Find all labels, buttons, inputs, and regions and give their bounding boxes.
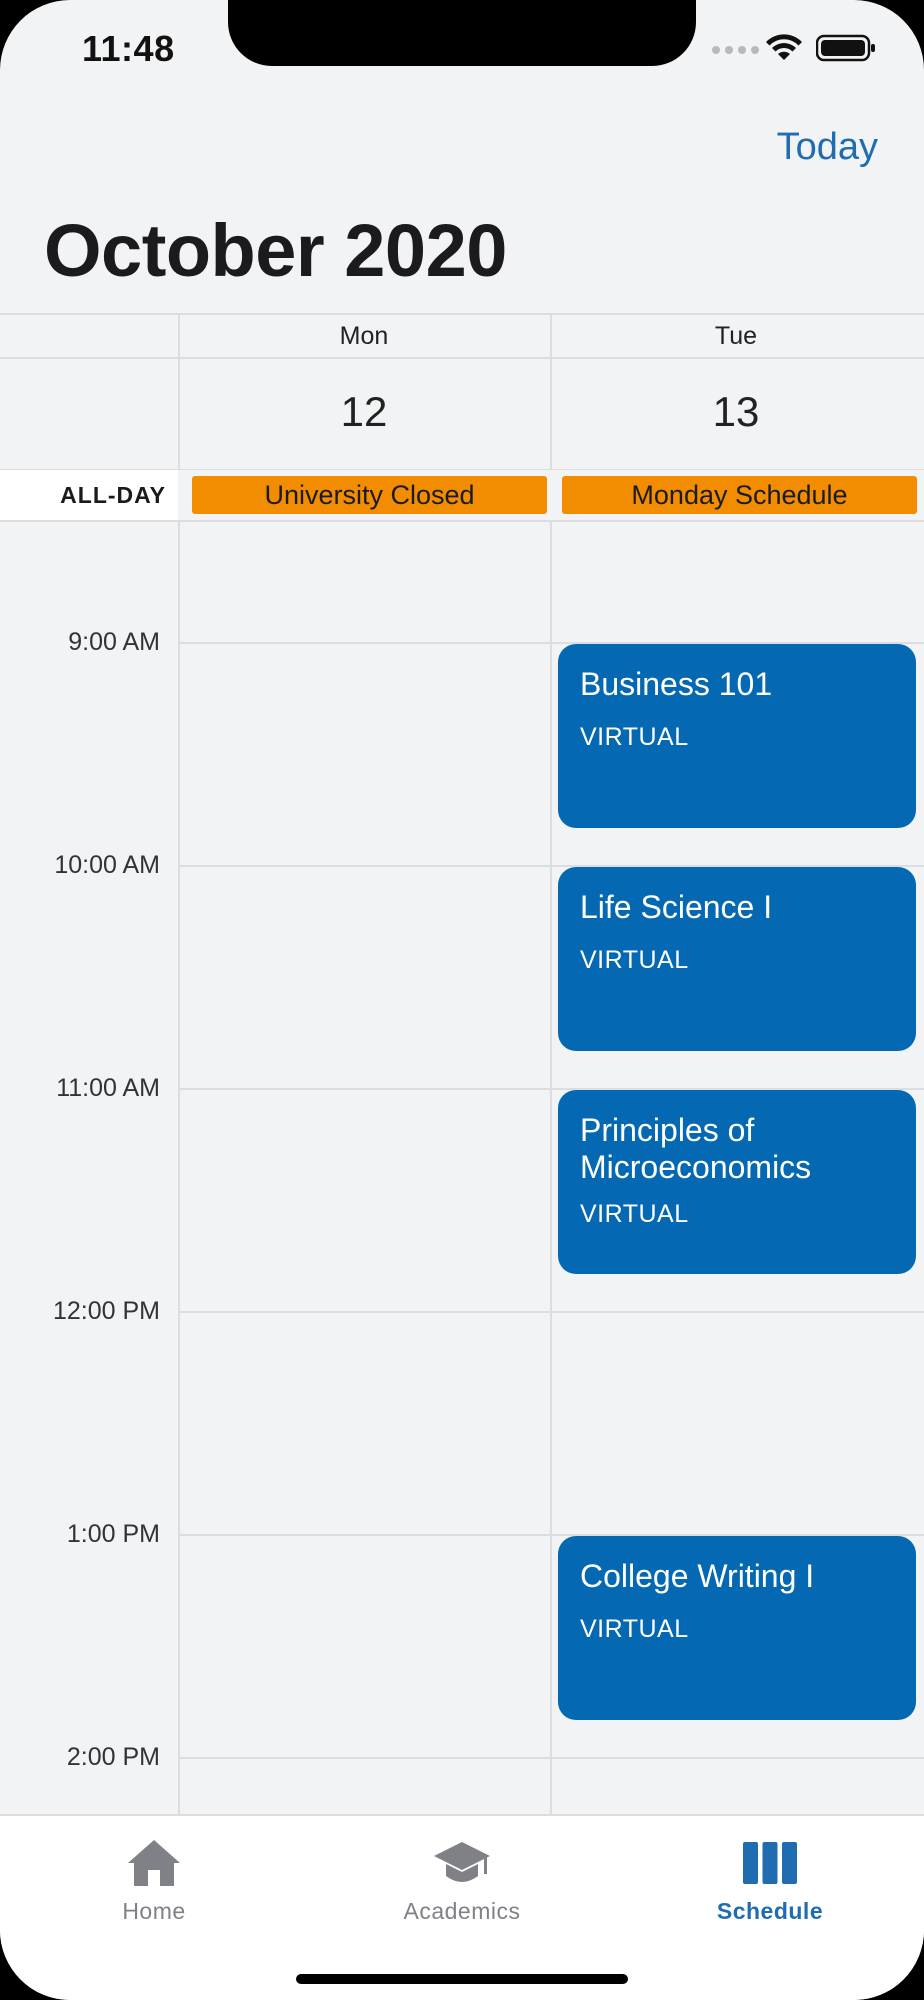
graduation-cap-icon xyxy=(434,1842,490,1882)
time-label-12pm: 12:00 PM xyxy=(52,1297,160,1325)
day-number-12[interactable]: 12 xyxy=(179,388,549,436)
status-time: 11:48 xyxy=(82,28,175,69)
today-button[interactable]: Today xyxy=(777,126,878,169)
event-location: VIRTUAL xyxy=(580,723,689,751)
battery-icon xyxy=(816,34,875,62)
all-day-label: ALL-DAY xyxy=(0,470,178,520)
hour-line xyxy=(180,1757,924,1759)
device-notch xyxy=(228,0,696,66)
time-label-1pm: 1:00 PM xyxy=(66,1520,160,1548)
tab-academics[interactable]: Academics xyxy=(308,1816,616,1936)
day-name-tue: Tue xyxy=(714,322,758,350)
month-title: October 2020 xyxy=(44,209,507,292)
day-name-mon: Mon xyxy=(339,322,389,350)
event-college-writing-i[interactable]: College Writing I VIRTUAL xyxy=(558,1536,916,1720)
event-title: College Writing I xyxy=(580,1558,815,1594)
tab-label: Home xyxy=(122,1898,186,1924)
wifi-icon xyxy=(766,34,802,60)
day-number-13[interactable]: 13 xyxy=(551,388,921,436)
event-business-101[interactable]: Business 101 VIRTUAL xyxy=(558,644,916,828)
grid-line xyxy=(0,520,924,522)
time-label-9am: 9:00 AM xyxy=(68,628,160,656)
schedule-screen: 11:48 Today October 2020 Mon Tue 12 13 A… xyxy=(0,0,924,2000)
event-location: VIRTUAL xyxy=(580,946,689,974)
time-label-10am: 10:00 AM xyxy=(54,851,160,879)
tab-label: Schedule xyxy=(716,1898,824,1924)
tab-schedule[interactable]: Schedule xyxy=(616,1816,924,1936)
grid-line xyxy=(0,313,924,315)
home-indicator[interactable] xyxy=(296,1974,628,1984)
event-title: Life Science I xyxy=(580,889,773,925)
tab-bar: Home Academics Schedule xyxy=(0,1814,924,2000)
hour-line xyxy=(180,1311,924,1313)
event-title: Principles of Microeconomics xyxy=(580,1112,812,1185)
event-principles-of-microeconomics[interactable]: Principles of Microeconomics VIRTUAL xyxy=(558,1090,916,1274)
tab-label: Academics xyxy=(403,1898,521,1924)
event-location: VIRTUAL xyxy=(580,1615,689,1643)
grid-line xyxy=(550,313,552,1815)
home-icon xyxy=(128,1840,180,1886)
cellular-signal-icon xyxy=(712,46,759,54)
grid-line xyxy=(0,357,924,359)
grid-line xyxy=(178,313,180,1815)
event-title: Business 101 xyxy=(580,666,773,702)
schedule-columns-icon xyxy=(743,1842,797,1884)
event-life-science-i[interactable]: Life Science I VIRTUAL xyxy=(558,867,916,1051)
all-day-event-monday-schedule[interactable]: Monday Schedule xyxy=(562,476,917,514)
event-location: VIRTUAL xyxy=(580,1200,689,1228)
all-day-event-university-closed[interactable]: University Closed xyxy=(192,476,547,514)
time-label-2pm: 2:00 PM xyxy=(66,1743,160,1771)
tab-home[interactable]: Home xyxy=(0,1816,308,1936)
time-label-11am: 11:00 AM xyxy=(56,1074,160,1102)
